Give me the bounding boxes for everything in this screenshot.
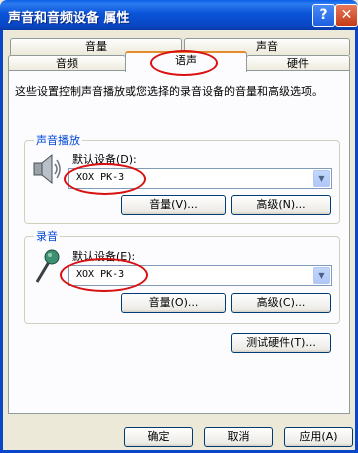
recording-group-label: 录音 xyxy=(34,228,60,244)
button-label: 音量(O)... xyxy=(148,296,199,309)
description-text: 这些设置控制声音播放或您选择的录音设备的音量和高级选项。 xyxy=(15,85,323,98)
recording-device-select[interactable]: XOX PK-3 ▼ xyxy=(68,265,332,286)
cancel-button[interactable]: 取消 xyxy=(204,427,273,447)
recording-volume-button[interactable]: 音量(O)... xyxy=(121,293,226,313)
window-frame-left xyxy=(0,30,3,453)
playback-device-label: 默认设备(D): xyxy=(72,153,137,166)
close-button[interactable]: ✕ xyxy=(335,4,358,27)
button-label: 应用(A) xyxy=(299,430,338,443)
tab-label: 声音 xyxy=(256,40,278,53)
microphone-icon xyxy=(35,249,60,283)
tab-voice[interactable]: 语声 xyxy=(125,51,247,72)
button-label: 音量(V)... xyxy=(149,198,198,211)
playback-advanced-button[interactable]: 高级(N)... xyxy=(231,195,331,215)
playback-device-select[interactable]: XOX PK-3 ▼ xyxy=(68,168,332,189)
playback-device-value: XOX PK-3 xyxy=(76,172,125,183)
title-bar: 声音和音频设备 属性 ? ✕ xyxy=(0,0,358,30)
recording-device-label: 默认设备(E): xyxy=(72,250,136,263)
button-label: 高级(N)... xyxy=(256,198,306,211)
apply-button[interactable]: 应用(A) xyxy=(284,427,353,447)
recording-advanced-button[interactable]: 高级(C)... xyxy=(231,293,331,313)
recording-device-value: XOX PK-3 xyxy=(76,269,125,280)
ok-button[interactable]: 确定 xyxy=(124,427,193,447)
button-label: 测试硬件(T)... xyxy=(246,336,316,349)
test-hardware-button[interactable]: 测试硬件(T)... xyxy=(231,333,331,353)
help-button[interactable]: ? xyxy=(312,4,335,27)
close-icon: ✕ xyxy=(340,7,353,23)
chevron-down-icon[interactable]: ▼ xyxy=(313,170,330,187)
tab-label: 音量 xyxy=(85,40,107,53)
playback-volume-button[interactable]: 音量(V)... xyxy=(121,195,226,215)
button-label: 取消 xyxy=(227,430,250,443)
speaker-icon xyxy=(33,153,61,185)
tab-label: 硬件 xyxy=(287,57,309,70)
playback-group-label: 声音播放 xyxy=(34,132,82,148)
help-icon: ? xyxy=(319,7,328,23)
chevron-down-icon[interactable]: ▼ xyxy=(313,267,330,284)
button-label: 确定 xyxy=(147,430,170,443)
tab-label: 音频 xyxy=(56,57,78,70)
window-title: 声音和音频设备 属性 xyxy=(8,11,130,26)
button-label: 高级(C)... xyxy=(256,296,306,309)
tab-label: 语声 xyxy=(175,54,197,67)
